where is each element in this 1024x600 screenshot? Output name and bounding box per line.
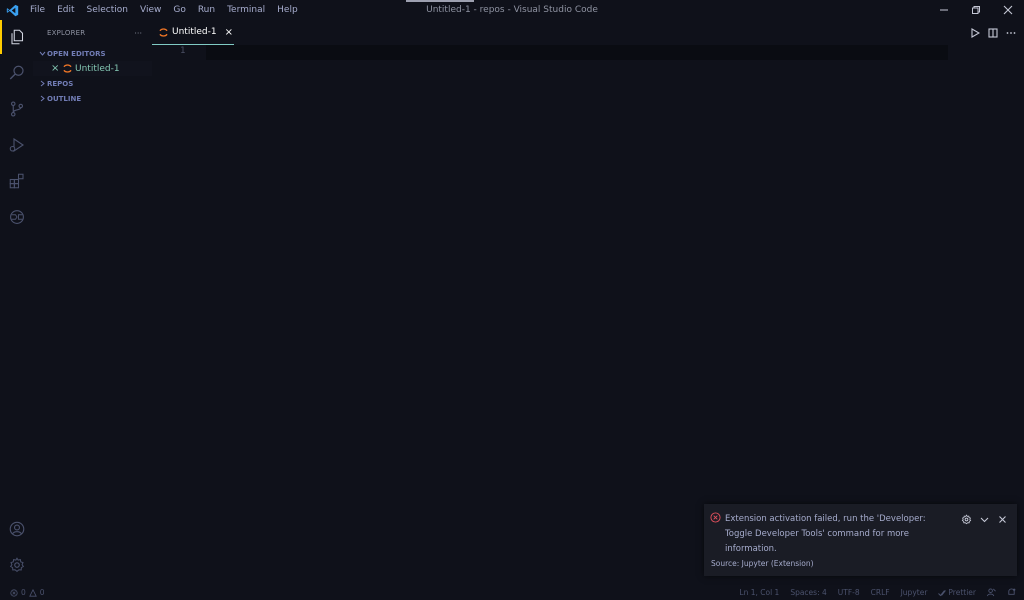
- sidebar-header: EXPLORER ···: [33, 20, 152, 46]
- run-icon[interactable]: [968, 26, 982, 40]
- settings-gear-icon[interactable]: [0, 548, 33, 582]
- encoding[interactable]: UTF-8: [838, 588, 860, 597]
- source-control-icon[interactable]: [0, 92, 33, 126]
- notification-source: Source: Jupyter (Extension): [711, 559, 814, 568]
- jupyter-file-icon: [159, 27, 168, 37]
- close-icon: [998, 515, 1006, 523]
- notification-collapse-button[interactable]: [977, 512, 991, 526]
- tab-label: Untitled-1: [172, 27, 217, 37]
- notification-message: Extension activation failed, run the 'De…: [725, 514, 926, 554]
- account-icon[interactable]: [0, 512, 33, 546]
- more-actions-button[interactable]: ···: [134, 29, 142, 38]
- remote-explorer-icon[interactable]: [0, 200, 33, 234]
- editor-actions: [968, 20, 1018, 45]
- split-editor-icon[interactable]: [986, 26, 1000, 40]
- explorer-sidebar: EXPLORER ··· OPEN EDITORS × Untitled-1 R…: [33, 20, 152, 585]
- notification-settings-button[interactable]: [959, 512, 973, 526]
- indentation[interactable]: Spaces: 4: [790, 588, 826, 597]
- activity-bar: [0, 20, 33, 585]
- warning-count: 0: [39, 588, 45, 597]
- error-count: 0: [21, 588, 26, 597]
- section-repos-label: REPOS: [47, 79, 74, 88]
- minimize-button[interactable]: [928, 0, 960, 20]
- close-window-button[interactable]: [992, 0, 1024, 20]
- status-bar: 0 0 Ln 1, Col 1 Spaces: 4 UTF-8 CRLF Jup…: [0, 585, 1024, 600]
- line-number: 1: [180, 46, 186, 56]
- search-icon[interactable]: [0, 56, 33, 90]
- error-notification: Extension activation failed, run the 'De…: [704, 504, 1017, 576]
- restore-icon: [972, 6, 980, 14]
- notification-actions: [959, 512, 1009, 526]
- vscode-logo-icon: [0, 0, 24, 20]
- sidebar-title: EXPLORER: [47, 29, 86, 37]
- menu-terminal[interactable]: Terminal: [221, 0, 271, 20]
- explorer-icon[interactable]: [0, 20, 33, 54]
- prettier-status[interactable]: Prettier: [938, 588, 976, 597]
- run-debug-icon[interactable]: [0, 128, 33, 162]
- more-icon[interactable]: [1004, 26, 1018, 40]
- live-share-icon[interactable]: [987, 588, 996, 597]
- jupyter-file-icon: [63, 64, 75, 73]
- problems-status[interactable]: 0 0: [10, 585, 45, 600]
- menu-go[interactable]: Go: [167, 0, 191, 20]
- language-mode[interactable]: Jupyter: [901, 588, 928, 597]
- section-repos[interactable]: REPOS: [33, 76, 152, 91]
- title-bar: File Edit Selection View Go Run Terminal…: [0, 0, 1024, 20]
- close-editor-icon[interactable]: ×: [51, 63, 63, 74]
- editor-tab-bar: Untitled-1 ×: [152, 20, 1024, 45]
- menu-edit[interactable]: Edit: [51, 0, 80, 20]
- chevron-right-icon: [37, 80, 47, 87]
- warning-count-icon: [28, 588, 37, 597]
- check-double-icon: [938, 589, 947, 597]
- current-line-highlight: [206, 45, 948, 60]
- open-editor-item[interactable]: × Untitled-1: [33, 61, 152, 76]
- end-of-line[interactable]: CRLF: [871, 588, 890, 597]
- close-icon: [1003, 5, 1013, 15]
- chevron-down-icon: [37, 50, 47, 57]
- menu-file[interactable]: File: [24, 0, 51, 20]
- menu-selection[interactable]: Selection: [81, 0, 134, 20]
- chevron-right-icon: [37, 95, 47, 102]
- notifications-bell-icon[interactable]: [1007, 588, 1016, 597]
- error-icon: [710, 512, 721, 526]
- section-open-editors-label: OPEN EDITORS: [47, 49, 106, 58]
- section-outline-label: OUTLINE: [47, 94, 82, 103]
- chevron-down-icon: [980, 517, 988, 522]
- section-outline[interactable]: OUTLINE: [33, 91, 152, 106]
- tab-close-icon[interactable]: ×: [225, 27, 233, 38]
- menu-bar: File Edit Selection View Go Run Terminal…: [24, 0, 304, 20]
- section-open-editors[interactable]: OPEN EDITORS: [33, 46, 152, 61]
- error-count-icon: [10, 588, 18, 597]
- menu-help[interactable]: Help: [271, 0, 304, 20]
- notification-close-button[interactable]: [995, 512, 1009, 526]
- cursor-position[interactable]: Ln 1, Col 1: [739, 588, 779, 597]
- restore-button[interactable]: [960, 0, 992, 20]
- prettier-label: Prettier: [948, 588, 976, 597]
- gear-icon: [961, 513, 971, 524]
- title-drag-indicator: [406, 0, 474, 2]
- extensions-icon[interactable]: [0, 164, 33, 198]
- tab-untitled-1[interactable]: Untitled-1 ×: [152, 20, 234, 45]
- window-controls: [928, 0, 1024, 20]
- status-right: Ln 1, Col 1 Spaces: 4 UTF-8 CRLF Jupyter…: [739, 585, 1016, 600]
- open-editor-label: Untitled-1: [75, 63, 120, 74]
- menu-run[interactable]: Run: [192, 0, 221, 20]
- minimize-icon: [940, 9, 948, 11]
- menu-view[interactable]: View: [134, 0, 167, 20]
